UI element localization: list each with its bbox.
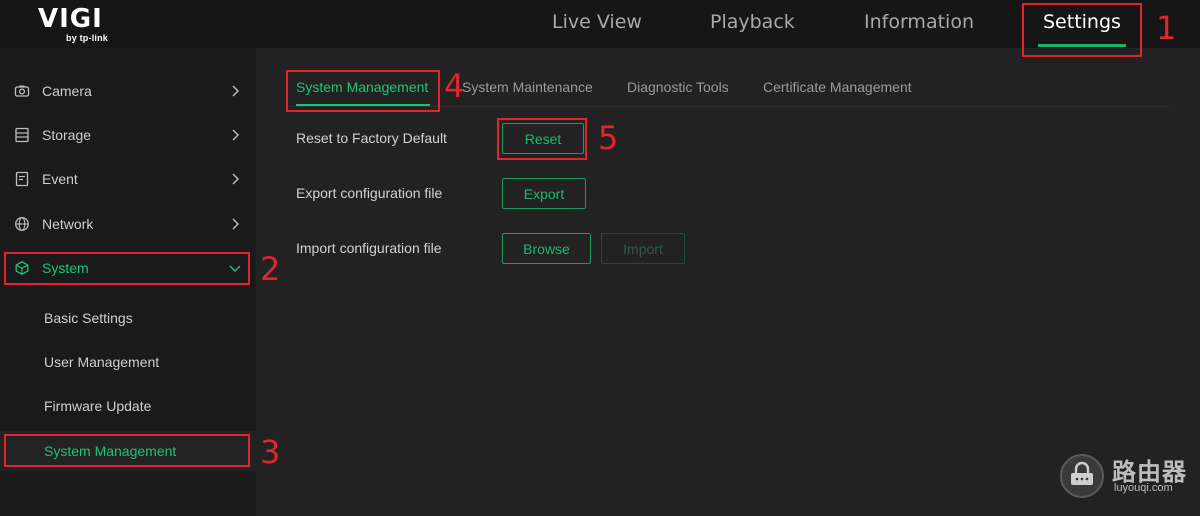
reset-factory-label: Reset to Factory Default [296, 130, 447, 146]
annotation-box-settings [1022, 3, 1142, 57]
sidebar-item-camera[interactable]: Camera [0, 71, 256, 111]
sidebar-sublabel: User Management [44, 354, 160, 370]
sidebar-label-storage: Storage [42, 127, 92, 143]
sidebar-subitem-basic-settings[interactable]: Basic Settings [0, 298, 256, 338]
camera-icon [14, 85, 30, 97]
tab-diagnostic-tools[interactable]: Diagnostic Tools [627, 79, 729, 95]
sidebar-subitem-user-management[interactable]: User Management [0, 342, 256, 382]
sidebar-item-storage[interactable]: Storage [0, 115, 256, 155]
vigi-logo: VIGI by tp-link [38, 6, 118, 44]
watermark: 路由器 luyouqi.com [1058, 452, 1198, 502]
annotation-number: 4 [444, 67, 465, 105]
chevron-right-icon [232, 85, 239, 97]
import-button[interactable]: Import [601, 233, 685, 264]
import-config-label: Import configuration file [296, 240, 442, 256]
export-button[interactable]: Export [502, 178, 586, 209]
chevron-right-icon [232, 129, 239, 141]
globe-icon [15, 217, 29, 231]
main-panel: System Management System Maintenance Dia… [256, 48, 1200, 516]
sidebar-label-camera: Camera [42, 83, 92, 99]
tab-certificate-management[interactable]: Certificate Management [763, 79, 912, 95]
tab-system-maintenance[interactable]: System Maintenance [462, 79, 593, 95]
watermark-lock-icon [1060, 454, 1104, 498]
browse-button[interactable]: Browse [502, 233, 591, 264]
top-bar: VIGI by tp-link Live View Playback Infor… [0, 0, 1200, 48]
sidebar-item-event[interactable]: Event [0, 159, 256, 199]
sidebar-subitem-firmware-update[interactable]: Firmware Update [0, 386, 256, 426]
nav-playback[interactable]: Playback [710, 11, 795, 33]
annotation-number: 5 [598, 119, 619, 157]
sidebar-label-event: Event [42, 171, 78, 187]
annotation-number: 1 [1156, 9, 1177, 47]
sidebar-label-network: Network [42, 216, 94, 232]
annotation-box-system-management [4, 434, 250, 467]
chevron-right-icon [232, 173, 239, 185]
sidebar-sublabel: Basic Settings [44, 310, 133, 326]
watermark-sub: luyouqi.com [1114, 482, 1173, 494]
annotation-box-system [4, 252, 250, 285]
export-config-label: Export configuration file [296, 185, 443, 201]
logo-sub-text: by tp-link [66, 33, 108, 43]
event-icon [15, 171, 29, 187]
nav-live-view[interactable]: Live View [552, 11, 642, 33]
annotation-box-reset [497, 118, 587, 160]
annotation-number: 3 [260, 433, 281, 471]
sidebar-item-network[interactable]: Network [0, 204, 256, 244]
nav-information[interactable]: Information [864, 11, 974, 33]
annotation-box-tab [286, 70, 440, 112]
logo-main-text: VIGI [38, 4, 103, 34]
storage-icon [15, 127, 29, 143]
annotation-number: 2 [260, 250, 281, 288]
chevron-right-icon [232, 218, 239, 230]
sidebar-sublabel: Firmware Update [44, 398, 152, 414]
